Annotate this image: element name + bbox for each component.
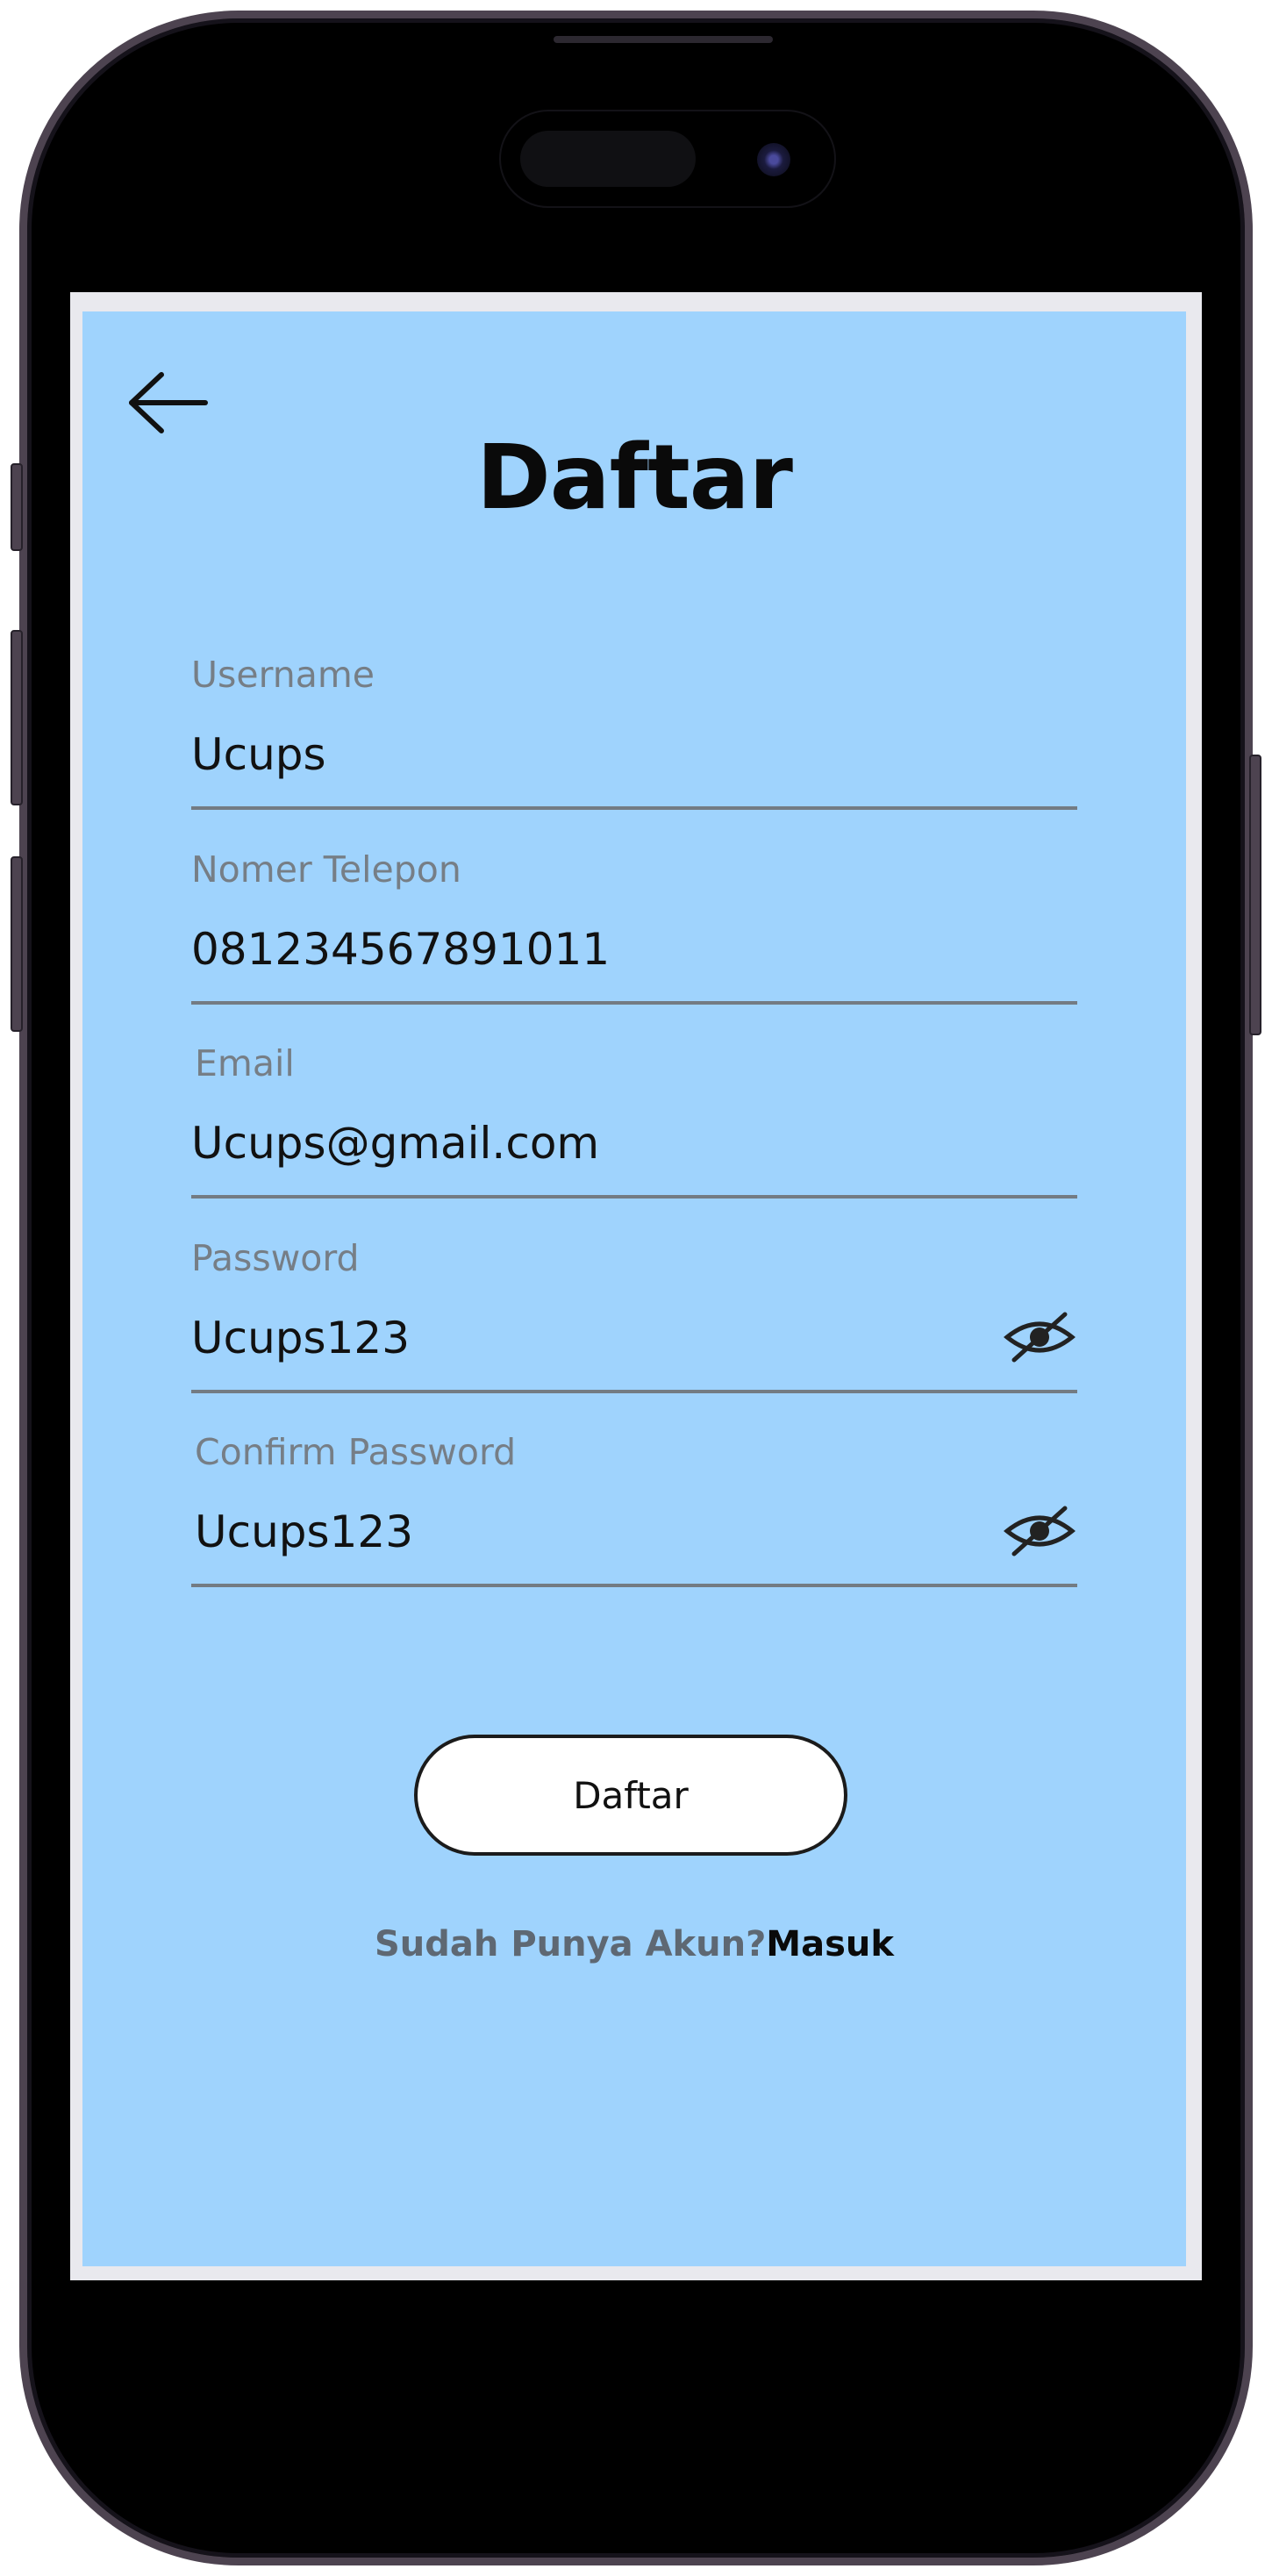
- login-prompt-text: Sudah Punya Akun?: [375, 1924, 767, 1964]
- password-label: Password: [191, 1237, 360, 1279]
- volume-up-button[interactable]: [11, 630, 23, 805]
- confirm-password-underline: [191, 1584, 1077, 1587]
- island-sensor: [520, 131, 696, 187]
- username-underline: [191, 806, 1077, 810]
- dynamic-island: [499, 110, 836, 208]
- email-label: Email: [195, 1042, 295, 1084]
- action-button[interactable]: [11, 463, 23, 551]
- login-prompt-line: Sudah Punya Akun?Masuk: [39, 1924, 1229, 1964]
- front-camera: [757, 143, 790, 176]
- username-label: Username: [191, 654, 375, 696]
- phone-number-field: Nomer Telepon: [191, 848, 1077, 1033]
- page-title: Daftar: [476, 426, 793, 530]
- register-screen: Daftar Username Nomer Telepon Email Pass…: [82, 311, 1186, 2266]
- username-field: Username: [191, 654, 1077, 838]
- volume-down-button[interactable]: [11, 856, 23, 1032]
- email-field: Email: [191, 1042, 1077, 1227]
- phone-number-underline: [191, 1001, 1077, 1005]
- login-link[interactable]: Masuk: [766, 1924, 894, 1964]
- register-button[interactable]: Daftar: [414, 1735, 847, 1856]
- eye-slash-icon[interactable]: [1002, 1503, 1077, 1559]
- password-input[interactable]: [191, 1307, 981, 1369]
- phone-number-label: Nomer Telepon: [191, 848, 461, 891]
- confirm-password-input[interactable]: [195, 1501, 984, 1563]
- phone-number-input[interactable]: [191, 919, 981, 980]
- confirm-password-label: Confirm Password: [195, 1431, 517, 1473]
- password-field: Password: [191, 1237, 1077, 1421]
- speaker-grille: [554, 36, 773, 43]
- email-underline: [191, 1195, 1077, 1199]
- eye-slash-icon[interactable]: [1002, 1309, 1077, 1365]
- email-input[interactable]: [191, 1113, 981, 1174]
- power-button[interactable]: [1249, 755, 1261, 1035]
- phone-screen: Daftar Username Nomer Telepon Email Pass…: [70, 292, 1202, 2280]
- username-input[interactable]: [191, 724, 981, 785]
- confirm-password-field: Confirm Password: [191, 1431, 1077, 1615]
- password-underline: [191, 1390, 1077, 1393]
